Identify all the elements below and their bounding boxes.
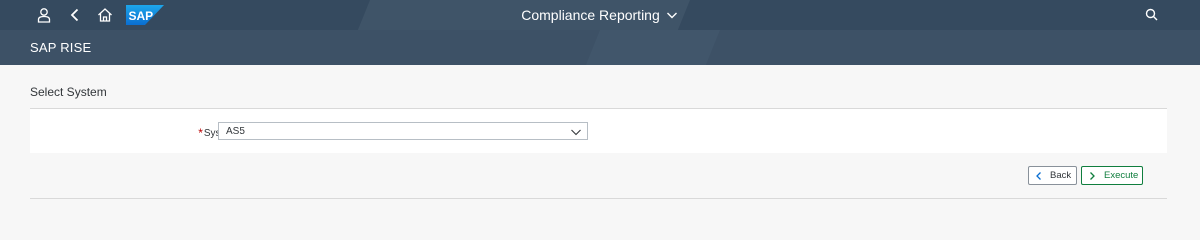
sap-logo[interactable]: SAP bbox=[126, 5, 164, 25]
home-icon[interactable] bbox=[96, 6, 114, 24]
search-icon[interactable] bbox=[1143, 6, 1161, 24]
back-icon[interactable] bbox=[66, 6, 84, 24]
chevron-left-icon bbox=[1036, 171, 1041, 180]
user-icon[interactable] bbox=[35, 6, 53, 24]
shell-bar: SAP Compliance Reporting bbox=[0, 0, 1200, 30]
app-title-menu[interactable]: Compliance Reporting bbox=[521, 7, 679, 23]
divider bbox=[30, 198, 1167, 199]
section-title: Select System bbox=[30, 85, 107, 99]
chevron-down-icon[interactable] bbox=[570, 126, 582, 138]
page-header: SAP RISE bbox=[0, 30, 1200, 65]
svg-text:SAP: SAP bbox=[129, 9, 154, 23]
page-title: SAP RISE bbox=[30, 40, 92, 55]
header-decoration bbox=[585, 30, 720, 65]
execute-button-label: Execute bbox=[1104, 170, 1139, 181]
system-form: *System: AS5 bbox=[30, 109, 1167, 153]
execute-button[interactable]: Execute bbox=[1081, 166, 1143, 185]
chevron-right-icon bbox=[1090, 171, 1095, 180]
required-marker: * bbox=[198, 126, 203, 140]
system-select-value: AS5 bbox=[226, 126, 245, 137]
chevron-down-icon bbox=[666, 12, 677, 19]
app-title: Compliance Reporting bbox=[521, 7, 660, 23]
shell-title-area: Compliance Reporting bbox=[0, 7, 1200, 23]
system-select[interactable]: AS5 bbox=[218, 122, 588, 140]
back-button[interactable]: Back bbox=[1028, 166, 1077, 185]
back-button-label: Back bbox=[1050, 170, 1072, 181]
